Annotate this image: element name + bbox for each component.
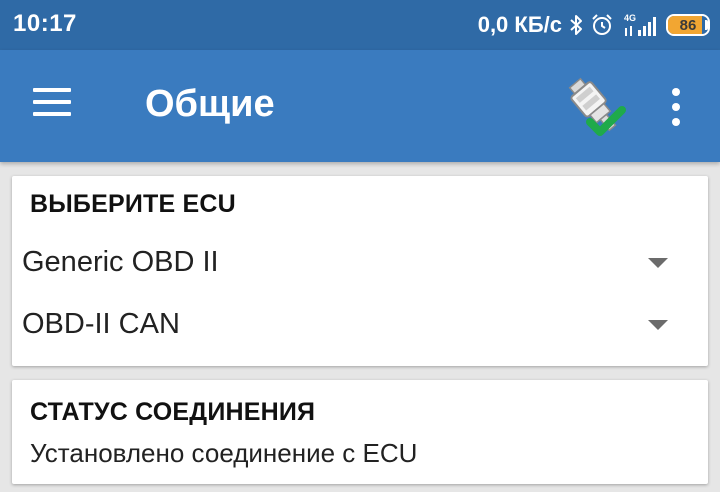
ecu-select-card: ВЫБЕРИТЕ ECU Generic OBD II OBD-II CAN xyxy=(12,176,708,366)
more-vert-icon[interactable] xyxy=(662,86,690,128)
page-title: Общие xyxy=(145,83,275,125)
connection-status-text: Установлено соединение с ECU xyxy=(30,438,418,468)
chevron-down-icon xyxy=(648,258,668,268)
status-card-header: СТАТУС СОЕДИНЕНИЯ xyxy=(30,398,316,426)
status-time: 10:17 xyxy=(13,10,77,37)
battery-level: 86 xyxy=(679,16,697,34)
protocol-dropdown[interactable]: OBD-II CAN xyxy=(12,298,708,352)
ecu-dropdown[interactable]: Generic OBD II xyxy=(12,236,708,290)
network-speed: 0,0 КБ/с xyxy=(477,12,562,37)
obd-connector-connected-icon[interactable] xyxy=(560,72,630,142)
signal-4g-icon: 4G xyxy=(620,12,660,38)
chevron-down-icon xyxy=(648,320,668,330)
status-bar: 10:17 0,0 КБ/с 4G 86 xyxy=(0,0,720,50)
network-type-label: 4G xyxy=(624,13,636,23)
hamburger-menu-icon[interactable] xyxy=(30,88,74,124)
protocol-dropdown-value: OBD-II CAN xyxy=(22,308,180,340)
connection-status-card: СТАТУС СОЕДИНЕНИЯ Установлено соединение… xyxy=(12,380,708,484)
ecu-dropdown-value: Generic OBD II xyxy=(22,246,219,278)
app-toolbar: Общие xyxy=(0,50,720,162)
status-icons: 0,0 КБ/с 4G 86 xyxy=(477,8,710,42)
alarm-icon xyxy=(590,13,614,37)
bluetooth-icon xyxy=(568,13,584,37)
ecu-card-header: ВЫБЕРИТЕ ECU xyxy=(30,190,236,218)
battery-icon: 86 xyxy=(666,14,710,36)
